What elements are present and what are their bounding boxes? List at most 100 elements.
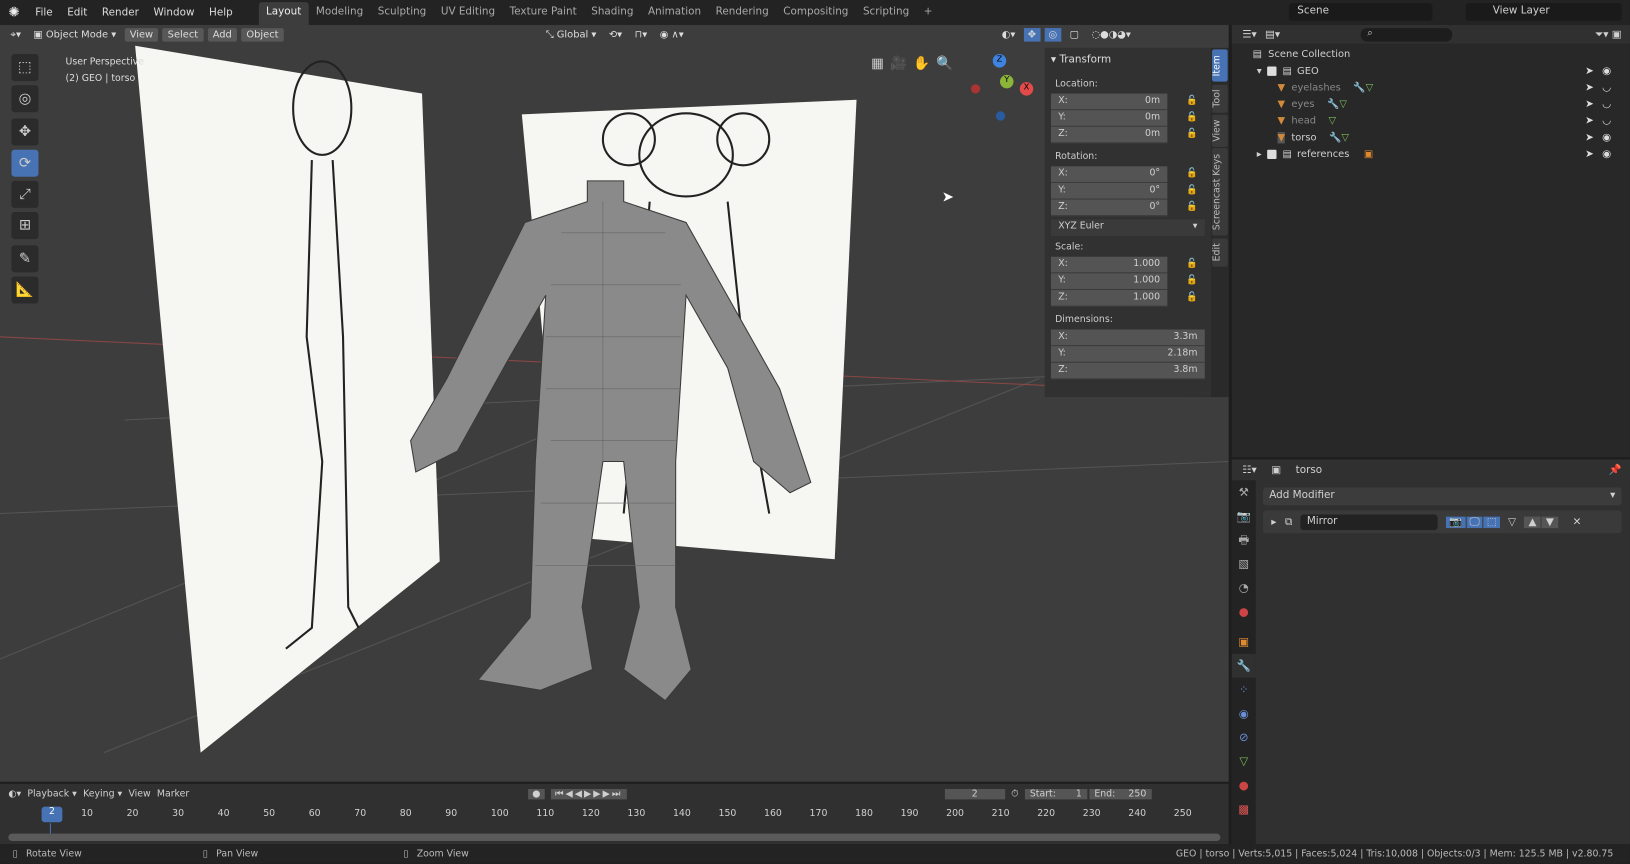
cage-toggle-icon[interactable]: ▽ — [1508, 516, 1516, 527]
gizmo-neg-x[interactable] — [970, 84, 981, 94]
lock-icon[interactable]: 🔓 — [1186, 275, 1198, 285]
move-up-icon[interactable]: ▲ — [1524, 516, 1541, 528]
select-box-icon[interactable]: ⬚ — [11, 54, 39, 82]
tab-modeling[interactable]: Modeling — [309, 2, 371, 25]
dimensions-z-field[interactable]: Z: 3.8m — [1050, 362, 1205, 380]
outliner-item-eyelashes[interactable]: ▼ eyelashes 🔧 ▽ ➤◡ — [1232, 79, 1630, 96]
dimensions-x-field[interactable]: X: 3.3m — [1050, 329, 1205, 347]
search-input[interactable]: ⌕ — [1361, 27, 1453, 42]
world-tab-icon[interactable]: ● — [1232, 600, 1256, 624]
visibility-icon[interactable]: ◐▾ — [998, 28, 1020, 42]
select-visibility-icons[interactable]: ➤◉ — [1585, 148, 1619, 159]
hand-pan-icon[interactable]: ✋ — [913, 56, 930, 72]
playhead[interactable]: 2 — [41, 806, 63, 823]
rotation-z-field[interactable]: Z: 0° 🔓 — [1050, 199, 1198, 217]
location-z-field[interactable]: Z: 0m 🔓 — [1050, 126, 1198, 144]
editor-type-icon[interactable]: ◐▾ — [8, 788, 21, 798]
tab-layout[interactable]: Layout — [258, 2, 309, 25]
render-tab-icon[interactable]: 📷 — [1232, 504, 1256, 528]
view-menu[interactable]: View — [128, 788, 150, 798]
current-frame-field[interactable]: 2 — [944, 788, 1005, 799]
tab-screencast-keys[interactable]: Screencast Keys — [1212, 149, 1228, 236]
expand-icon[interactable]: ▾ — [1257, 65, 1262, 76]
tab-edit[interactable]: Edit — [1212, 237, 1228, 267]
tab-animation[interactable]: Animation — [641, 2, 709, 25]
tab-tool[interactable]: Tool — [1212, 83, 1228, 113]
texture-tab-icon[interactable]: ▩ — [1232, 797, 1256, 821]
outliner-scene-collection[interactable]: ▤ Scene Collection — [1232, 46, 1630, 63]
tab-texture-paint[interactable]: Texture Paint — [502, 2, 584, 25]
filter-icon[interactable]: ⏷▾ ▣ — [1595, 29, 1630, 40]
expand-icon[interactable]: ▸ — [1257, 148, 1262, 159]
dimensions-y-field[interactable]: Y: 2.18m — [1050, 346, 1205, 363]
rotation-y-field[interactable]: Y: 0° 🔓 — [1050, 182, 1198, 200]
lock-icon[interactable]: 🔓 — [1186, 202, 1198, 212]
scale-y-field[interactable]: Y: 1.000 🔓 — [1050, 273, 1198, 291]
lock-icon[interactable]: 🔓 — [1186, 112, 1198, 122]
lock-icon[interactable]: 🔓 — [1186, 292, 1198, 302]
clock-icon[interactable]: ⏱ — [1011, 788, 1018, 798]
tab-shading[interactable]: Shading — [584, 2, 641, 25]
frame-ruler[interactable]: 2 10 20 30 40 50 60 70 80 90 100 110 120 130 140 150 16… — [0, 806, 1229, 827]
gizmo-neg-z[interactable] — [995, 111, 1006, 121]
object-menu[interactable]: Object — [241, 27, 284, 42]
gizmo-x[interactable]: X — [1019, 82, 1034, 96]
keying-menu[interactable]: Keying ▾ — [83, 788, 122, 798]
checkbox[interactable] — [1266, 66, 1277, 76]
physics-tab-icon[interactable]: ◉ — [1232, 702, 1256, 726]
constraints-tab-icon[interactable]: ⊘ — [1232, 726, 1256, 750]
snap-icon[interactable]: ⊓▾ — [630, 28, 651, 42]
outliner-item-eyes[interactable]: ▼ eyes 🔧 ▽ ➤◡ — [1232, 96, 1630, 113]
lock-icon[interactable]: 🔓 — [1186, 129, 1198, 139]
start-frame-field[interactable]: Start: 1 — [1024, 788, 1088, 799]
cursor-icon[interactable]: ◎ — [11, 85, 39, 113]
tab-item[interactable]: Item — [1212, 49, 1228, 82]
3d-viewport[interactable]: ⌖▾ ▣ Object Mode ▾ View Select Add Objec… — [0, 24, 1229, 782]
move-icon[interactable]: ✥ — [11, 118, 39, 146]
location-x-field[interactable]: X: 0m 🔓 — [1050, 93, 1198, 111]
output-tab-icon[interactable]: 🖶 — [1232, 528, 1256, 552]
view-menu[interactable]: View — [124, 27, 159, 42]
viewport-toggle-icon[interactable]: 🖵 — [1466, 516, 1483, 528]
rotation-x-field[interactable]: X: 0° 🔓 — [1050, 166, 1198, 183]
overlays-icon[interactable]: ◎ — [1044, 27, 1062, 42]
timeline-scrollbar[interactable] — [8, 833, 1221, 841]
lock-icon[interactable]: 🔓 — [1186, 168, 1198, 178]
transform-header[interactable]: ▾ Transform — [1051, 52, 1205, 76]
pivot-icon[interactable]: ⟲▾ — [605, 28, 627, 42]
data-tab-icon[interactable]: ▽ — [1232, 749, 1256, 773]
record-button[interactable]: ● — [528, 788, 545, 799]
proportional-edit-icon[interactable]: ◉ ∧▾ — [656, 28, 688, 42]
gizmo-z[interactable]: Z — [992, 54, 1007, 68]
camera-icon[interactable]: 🎥 — [890, 56, 907, 72]
view-layer-tab-icon[interactable]: ▧ — [1232, 552, 1256, 576]
tab-compositing[interactable]: Compositing — [776, 2, 856, 25]
select-menu[interactable]: Select — [162, 27, 204, 42]
playback-menu[interactable]: Playback ▾ — [27, 788, 76, 798]
location-y-field[interactable]: Y: 0m 🔓 — [1050, 110, 1198, 127]
playback-controls[interactable]: ⏮◀◀▶▶▶⏭ — [550, 788, 627, 799]
marker-menu[interactable]: Marker — [157, 788, 189, 798]
particles-tab-icon[interactable]: ⁘ — [1232, 678, 1256, 702]
scale-x-field[interactable]: X: 1.000 🔓 — [1050, 256, 1198, 274]
zoom-icon[interactable]: 🔍 — [936, 56, 953, 72]
add-workspace-button[interactable]: + — [916, 2, 939, 25]
editmode-toggle-icon[interactable]: ⬚ — [1483, 516, 1500, 528]
rotation-mode-dropdown[interactable]: XYZ Euler ▾ — [1050, 219, 1205, 236]
scene-tab-icon[interactable]: ◔ — [1232, 576, 1256, 600]
menu-edit[interactable]: Edit — [60, 7, 95, 18]
tab-uv-editing[interactable]: UV Editing — [434, 2, 503, 25]
scale-icon[interactable]: ⤢ — [11, 180, 39, 208]
xray-icon[interactable]: ▢ — [1065, 28, 1083, 42]
material-tab-icon[interactable]: ● — [1232, 773, 1256, 797]
end-frame-field[interactable]: End: 250 — [1089, 788, 1152, 799]
menu-render[interactable]: Render — [95, 7, 147, 18]
lock-icon[interactable]: 🔓 — [1186, 185, 1198, 195]
outliner-item-references[interactable]: ▸ ▤ references ▣ ➤◉ — [1232, 146, 1630, 163]
checkbox[interactable] — [1266, 149, 1277, 159]
modifier-tab-icon[interactable]: 🔧 — [1231, 653, 1256, 678]
modifier-name-input[interactable]: Mirror — [1300, 514, 1438, 530]
pin-icon[interactable]: 📌 — [1609, 464, 1630, 475]
menu-window[interactable]: Window — [146, 7, 202, 18]
select-visibility-icons[interactable]: ➤◡ — [1585, 115, 1619, 126]
